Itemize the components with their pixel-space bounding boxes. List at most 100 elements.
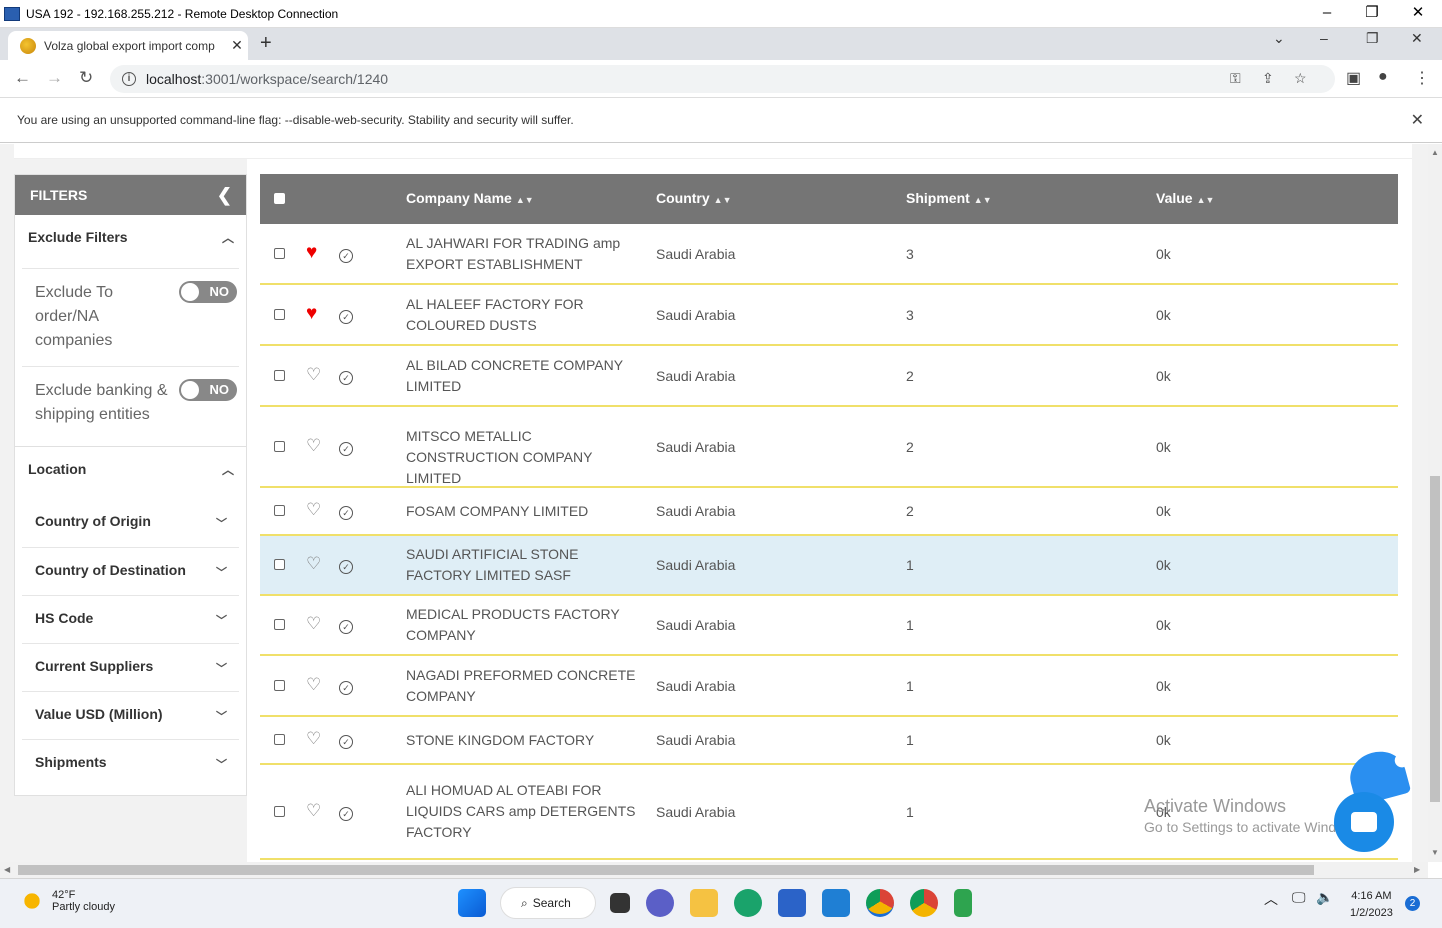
sort-value[interactable]: Value ▲▼ bbox=[1156, 190, 1214, 206]
check-circle-icon[interactable]: ✓ bbox=[339, 806, 353, 821]
heart-outline-icon[interactable]: ♡ bbox=[306, 365, 321, 384]
company-name[interactable]: NAGADI PREFORMED CONCRETE COMPANY bbox=[406, 665, 641, 707]
check-circle-icon[interactable]: ✓ bbox=[339, 680, 353, 695]
browser-restore-icon[interactable]: ❐ bbox=[1366, 30, 1379, 47]
site-info-icon[interactable]: i bbox=[122, 72, 136, 86]
location-section[interactable]: Location ︿ bbox=[15, 446, 246, 499]
chat-teams-icon[interactable] bbox=[646, 889, 674, 917]
windows-start-icon[interactable] bbox=[458, 889, 486, 917]
filter-shipments[interactable]: Shipments ﹀ bbox=[22, 739, 239, 787]
scroll-left-icon[interactable]: ◀ bbox=[4, 865, 10, 874]
filter-country-of-destination[interactable]: Country of Destination ﹀ bbox=[22, 547, 239, 595]
sort-company-name[interactable]: Company Name ▲▼ bbox=[406, 190, 534, 206]
weather-widget[interactable]: 42°F Partly cloudy bbox=[20, 889, 115, 913]
file-explorer-icon[interactable] bbox=[690, 889, 718, 917]
horizontal-scrollbar[interactable]: ◀ ▶ bbox=[0, 862, 1428, 878]
password-key-icon[interactable]: ⚿ bbox=[1230, 70, 1241, 87]
row-checkbox[interactable] bbox=[274, 805, 285, 817]
taskbar-clock[interactable]: 4:16 AM 1/2/2023 bbox=[1350, 888, 1393, 922]
heart-outline-icon[interactable]: ♡ bbox=[306, 555, 321, 573]
browser-menu-icon[interactable]: ⋮ bbox=[1414, 68, 1430, 88]
chrome-icon[interactable] bbox=[910, 889, 938, 917]
browser-close-icon[interactable]: ✕ bbox=[1411, 30, 1423, 47]
collapse-filters-icon[interactable]: ❮ bbox=[217, 185, 232, 206]
network-icon[interactable]: 🖵 bbox=[1292, 889, 1306, 906]
table-row[interactable]: ♥ ✓ AL HALEEF FACTORY FOR COLOURED DUSTS Sa… bbox=[260, 285, 1398, 346]
restore-icon[interactable]: ❐ bbox=[1349, 0, 1395, 28]
row-checkbox[interactable] bbox=[274, 505, 285, 516]
share-icon[interactable]: ⇪ bbox=[1262, 70, 1274, 87]
chevron-up-icon[interactable]: ︿ bbox=[222, 229, 234, 246]
edge-icon[interactable] bbox=[734, 889, 762, 917]
browser-minimize-icon[interactable]: – bbox=[1320, 30, 1328, 46]
close-icon[interactable]: ✕ bbox=[1395, 0, 1441, 28]
table-row[interactable]: ♡ ✓ STONE KINGDOM FACTORY Saudi Arabia 1 0k bbox=[260, 717, 1398, 765]
scroll-down-icon[interactable]: ▼ bbox=[1431, 848, 1439, 857]
new-tab-icon[interactable]: + bbox=[260, 32, 272, 55]
row-checkbox[interactable] bbox=[274, 734, 285, 745]
check-circle-icon[interactable]: ✓ bbox=[339, 735, 353, 749]
sort-shipment[interactable]: Shipment ▲▼ bbox=[906, 190, 992, 206]
heart-filled-icon[interactable]: ♥ bbox=[306, 243, 317, 262]
row-checkbox[interactable] bbox=[274, 247, 285, 259]
check-circle-icon[interactable]: ✓ bbox=[339, 441, 353, 456]
reload-icon[interactable]: ↻ bbox=[79, 68, 93, 88]
heart-outline-icon[interactable]: ♡ bbox=[306, 501, 321, 519]
check-circle-icon[interactable]: ✓ bbox=[339, 248, 353, 263]
vertical-scrollbar[interactable]: ▲ ▼ bbox=[1428, 144, 1442, 862]
filter-current-suppliers[interactable]: Current Suppliers ﹀ bbox=[22, 643, 239, 691]
row-checkbox[interactable] bbox=[274, 619, 285, 630]
check-circle-icon[interactable]: ✓ bbox=[339, 560, 353, 574]
heart-outline-icon[interactable]: ♡ bbox=[306, 436, 321, 455]
url-bar[interactable]: i localhost:3001/workspace/search/1240 ⚿… bbox=[110, 65, 1335, 93]
select-all-checkbox[interactable] bbox=[274, 193, 285, 204]
exclude-to-order-toggle[interactable]: NO bbox=[179, 281, 237, 303]
scroll-up-icon[interactable]: ▲ bbox=[1431, 148, 1439, 157]
table-row[interactable]: ♡ ✓ FOSAM COMPANY LIMITED Saudi Arabia 2 0k bbox=[260, 488, 1398, 536]
minimize-icon[interactable]: – bbox=[1304, 0, 1350, 28]
chat-button[interactable] bbox=[1334, 792, 1394, 852]
check-circle-icon[interactable]: ✓ bbox=[339, 309, 353, 324]
table-row[interactable]: ♥ ✓ AL JAHWARI FOR TRADING amp EXPORT ESTA… bbox=[260, 224, 1398, 285]
company-name[interactable]: AL HALEEF FACTORY FOR COLOURED DUSTS bbox=[406, 294, 641, 336]
company-name[interactable]: FOSAM COMPANY LIMITED bbox=[406, 501, 641, 522]
row-checkbox[interactable] bbox=[274, 559, 285, 570]
taskbar-search[interactable]: ⌕ Search bbox=[500, 887, 596, 919]
company-name[interactable]: SAUDI ARTIFICIAL STONE FACTORY LIMITED S… bbox=[406, 544, 641, 586]
filter-country-of-origin[interactable]: Country of Origin ﹀ bbox=[22, 499, 239, 547]
heart-outline-icon[interactable]: ♡ bbox=[306, 801, 321, 820]
company-name[interactable]: AL JAHWARI FOR TRADING amp EXPORT ESTABL… bbox=[406, 233, 641, 275]
check-circle-icon[interactable]: ✓ bbox=[339, 506, 353, 520]
heart-outline-icon[interactable]: ♡ bbox=[306, 675, 321, 694]
side-panel-icon[interactable]: ▣ bbox=[1346, 68, 1361, 88]
hscroll-thumb[interactable] bbox=[18, 865, 1314, 875]
tray-chevron-icon[interactable]: ︿ bbox=[1264, 889, 1278, 909]
task-view-icon[interactable] bbox=[610, 893, 630, 913]
check-circle-icon[interactable]: ✓ bbox=[339, 370, 353, 385]
back-icon[interactable]: ← bbox=[14, 68, 31, 88]
company-name[interactable]: MEDICAL PRODUCTS FACTORY COMPANY bbox=[406, 604, 641, 646]
table-row[interactable]: ♡ ✓ NAGADI PREFORMED CONCRETE COMPANY Saudi… bbox=[260, 656, 1398, 717]
exclude-filters-section[interactable]: Exclude Filters ︿ bbox=[15, 215, 246, 268]
sort-country[interactable]: Country ▲▼ bbox=[656, 190, 732, 206]
company-name[interactable]: STONE KINGDOM FACTORY bbox=[406, 730, 641, 751]
table-row[interactable]: ♡ ✓ MEDICAL PRODUCTS FACTORY COMPANY Saudi … bbox=[260, 596, 1398, 656]
tab-search-chevron-icon[interactable]: ⌄ bbox=[1273, 30, 1285, 47]
row-checkbox[interactable] bbox=[274, 308, 285, 320]
row-checkbox[interactable] bbox=[274, 679, 285, 691]
chevron-up-icon[interactable]: ︿ bbox=[222, 461, 234, 478]
notification-badge[interactable]: 2 bbox=[1405, 896, 1420, 911]
scroll-thumb[interactable] bbox=[1430, 476, 1440, 802]
table-row[interactable]: ♡ ✓ AL BILAD CONCRETE COMPANY LIMITED Saudi… bbox=[260, 346, 1398, 407]
app-icon[interactable] bbox=[954, 889, 972, 917]
chrome-icon[interactable] bbox=[866, 889, 894, 917]
heart-outline-icon[interactable]: ♡ bbox=[306, 730, 321, 748]
filter-hs-code[interactable]: HS Code ﹀ bbox=[22, 595, 239, 643]
check-circle-icon[interactable]: ✓ bbox=[339, 620, 353, 634]
forward-icon[interactable]: → bbox=[46, 68, 63, 88]
table-row[interactable]: ♡ ✓ MITSCO METALLIC CONSTRUCTION COMPANY L… bbox=[260, 407, 1398, 488]
scroll-right-icon[interactable]: ▶ bbox=[1414, 865, 1420, 874]
row-checkbox[interactable] bbox=[274, 369, 285, 381]
heart-outline-icon[interactable]: ♡ bbox=[306, 615, 321, 633]
table-row[interactable]: ♡ ✓ SAUDI ARTIFICIAL STONE FACTORY LIMITED… bbox=[260, 536, 1398, 596]
